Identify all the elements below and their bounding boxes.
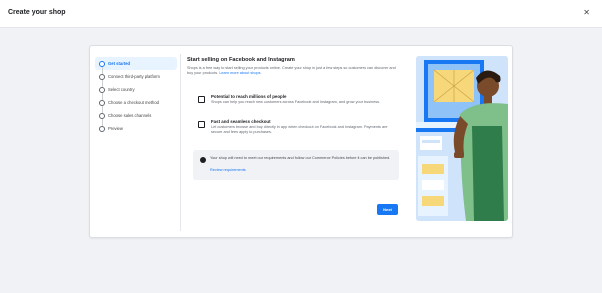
step-get-started[interactable]: Get started (95, 57, 177, 74)
illustration-graphic (416, 56, 508, 221)
checkout-icon (198, 121, 205, 128)
step-preview[interactable]: Preview (95, 122, 177, 135)
shop-owner-illustration (416, 56, 508, 221)
shop-icon (198, 96, 205, 103)
feature-title: Fast and seamless checkout (211, 119, 271, 124)
close-icon[interactable]: ✕ (583, 8, 590, 17)
onboarding-card: Get started Connect third-party platform… (89, 45, 513, 238)
step-indicator-icon (99, 125, 105, 132)
feature-title: Potential to reach millions of people (211, 94, 287, 99)
feature-description: Let customers browse and buy directly in… (211, 125, 388, 135)
step-label: Connect third-party platform (108, 74, 160, 79)
info-icon (200, 157, 206, 163)
section-title: Start selling on Facebook and Instagram (187, 57, 295, 63)
step-label: Preview (108, 126, 123, 131)
requirements-notice: Your shop will need to meet our requirem… (193, 150, 399, 180)
divider (180, 54, 181, 231)
next-button[interactable]: Next (377, 204, 398, 215)
main-content: Start selling on Facebook and Instagram … (187, 57, 400, 76)
top-bar: Create your shop ✕ (0, 0, 602, 28)
step-label: Select country (108, 87, 135, 92)
step-sales-channels[interactable]: Choose sales channels (95, 109, 177, 126)
review-requirements-link[interactable]: Review requirements (210, 168, 246, 172)
feature-checkout: Fast and seamless checkout Let customers… (198, 119, 398, 145)
step-label: Choose sales channels (108, 113, 152, 118)
page-title: Create your shop (8, 9, 66, 16)
step-connect-platform[interactable]: Connect third-party platform (95, 70, 177, 87)
notice-text: Your shop will need to meet our requirem… (210, 156, 391, 160)
feature-description: Shops can help you reach new customers a… (211, 100, 381, 104)
step-list: Get started Connect third-party platform… (95, 57, 177, 135)
step-label: Get started (108, 61, 131, 66)
step-label: Choose a checkout method (108, 100, 159, 105)
intro-text: Shops is a free way to start selling you… (187, 66, 399, 76)
feature-reach: Potential to reach millions of people Sh… (198, 94, 398, 116)
step-checkout-method[interactable]: Choose a checkout method (95, 96, 177, 113)
learn-more-link[interactable]: Learn more about shops (219, 71, 260, 75)
step-select-country[interactable]: Select country (95, 83, 177, 100)
